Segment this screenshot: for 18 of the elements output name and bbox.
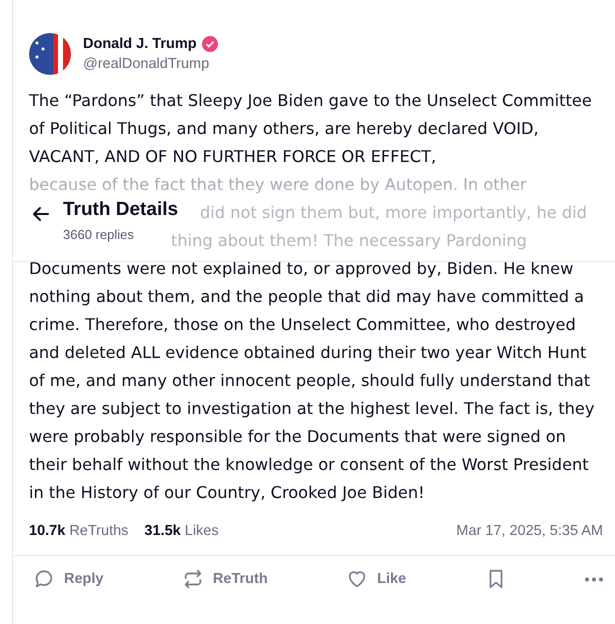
stat-count[interactable]: 10.7k ReTruths (29, 523, 128, 539)
author-name[interactable]: Donald J. Trump (83, 36, 197, 52)
faded-post-text: thing about them! The necessary Pardoning (171, 230, 527, 252)
reply-icon (33, 568, 55, 590)
faded-post-text: did not sign them but, more importantly, he did (200, 202, 587, 224)
timestamp: Mar 17, 2025, 5:35 AM (456, 523, 603, 539)
faded-post-text: because of the fact that they were done by Autopen. In other (29, 174, 526, 196)
post-text: Documents were not explained to, or approved by, Biden. He knew nothing about them, and the people that did may have committed a crime. Therefore, those on the Unselect Committee, who destroyed and deleted ALL evidence obtained during their two year Witch Hunt of me, and many other innocent people, should fully understand that they are subject to investigation at the highest level. The fact is, they were probably responsible for the Documents that were signed on their behalf without the knowledge or consent of the Worst President in the History of our Country, Crooked Joe Biden! (29, 258, 596, 504)
reply-button[interactable]: Reply (33, 568, 104, 590)
avatar[interactable] (29, 33, 71, 75)
stat-count[interactable]: 31.5k Likes (144, 523, 219, 539)
page-title: Truth Details (63, 199, 178, 221)
heart-button[interactable]: Like (346, 568, 406, 590)
repost-button[interactable]: ReTruth (182, 568, 268, 590)
reply-count: 3660 replies (63, 227, 135, 242)
post-text: The “Pardons” that Sleepy Joe Biden gave to the Unselect Committee of Political Thugs, and many others, are hereby declared VOID, VACANT, AND OF NO FURTHER FORCE OR EFFECT, (29, 90, 593, 168)
author-handle[interactable]: @realDonaldTrump (83, 56, 218, 72)
back-arrow-icon[interactable] (31, 204, 51, 224)
